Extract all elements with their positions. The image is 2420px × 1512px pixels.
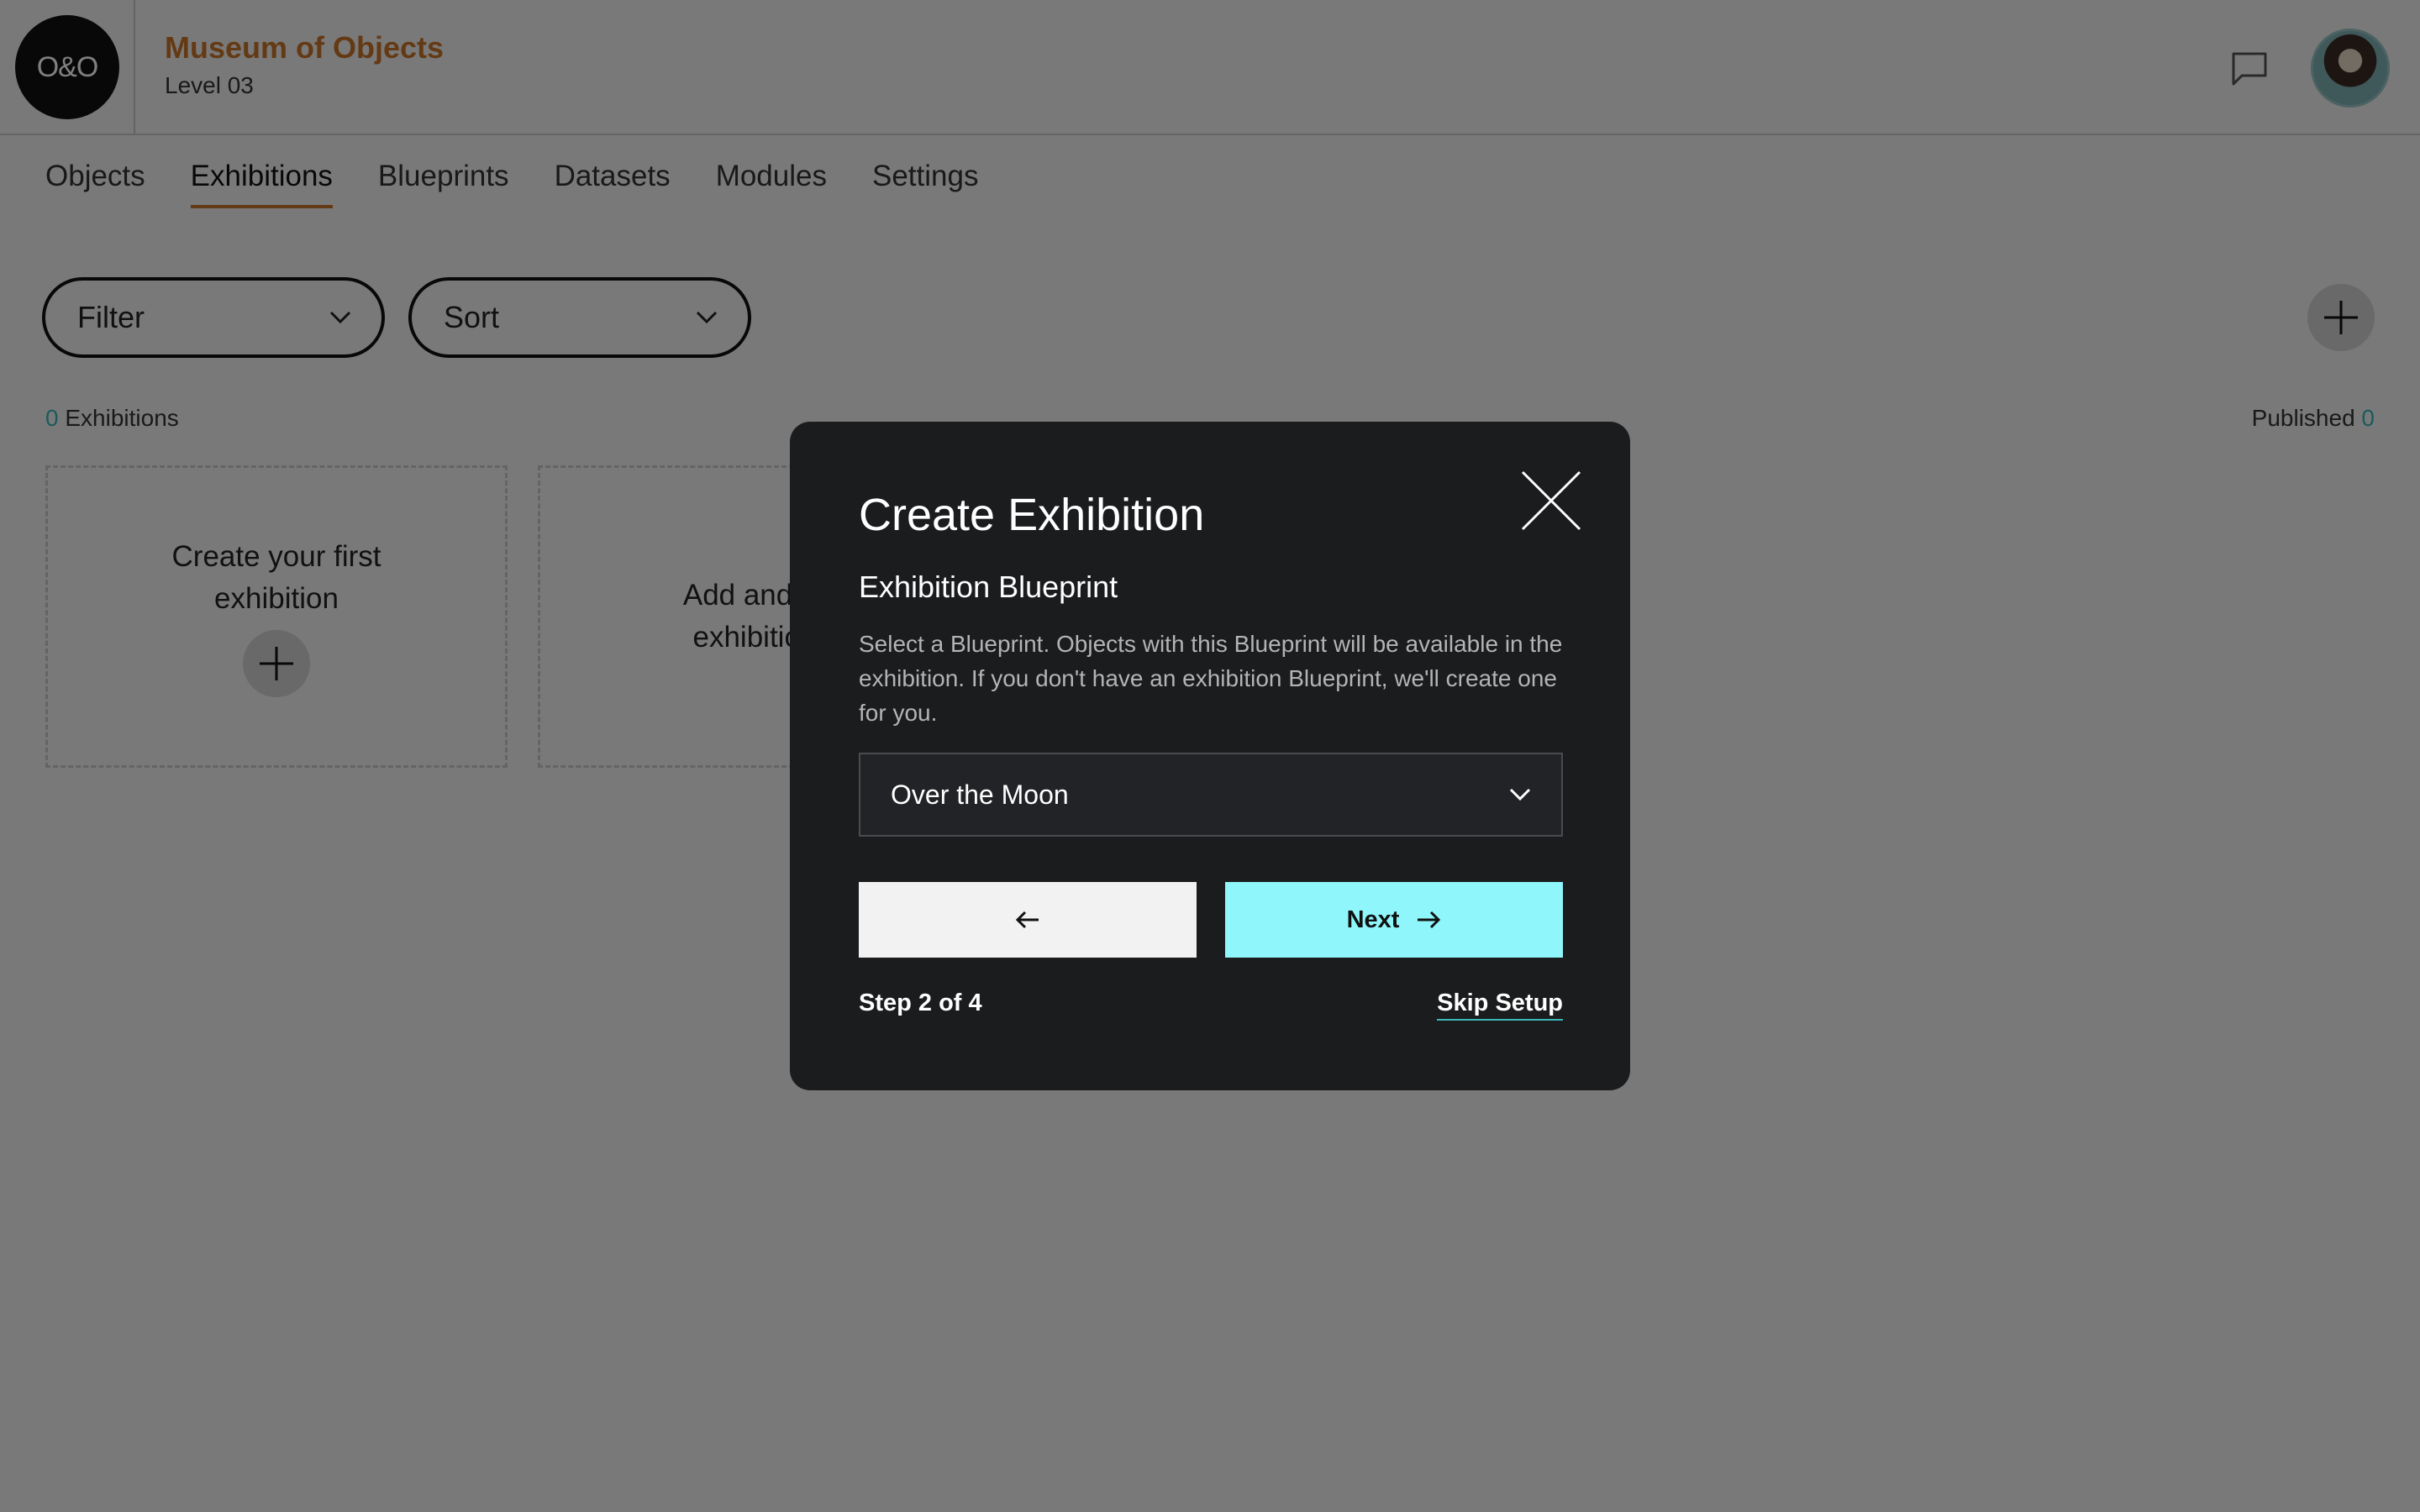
back-button[interactable] [859,882,1197,958]
modal-description: Select a Blueprint. Objects with this Bl… [859,631,1563,726]
skip-setup-link[interactable]: Skip Setup [1437,990,1563,1021]
chevron-down-icon [1509,788,1531,801]
next-button-label: Next [1346,906,1400,933]
create-exhibition-modal: Create Exhibition Exhibition Blueprint S… [790,422,1630,1090]
section-title: Exhibition Blueprint [859,570,1118,604]
arrow-right-icon [1418,911,1441,929]
blueprint-select-value: Over the Moon [891,779,1069,810]
modal-title: Create Exhibition [859,490,1205,540]
step-indicator: Step 2 of 4 [859,990,982,1016]
next-button[interactable]: Next [1225,882,1563,958]
blueprint-select[interactable]: Over the Moon [859,753,1563,837]
arrow-left-icon [1015,911,1039,929]
close-icon[interactable] [1519,469,1583,533]
